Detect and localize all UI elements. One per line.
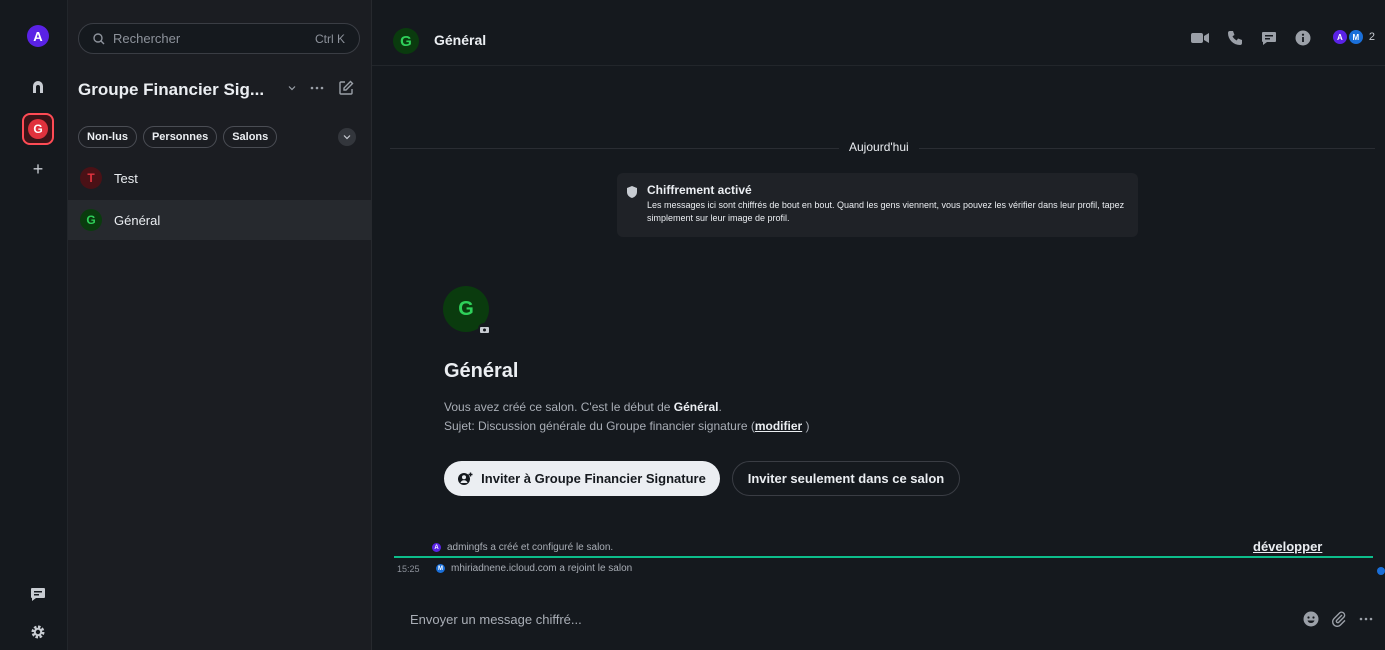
event-text: mhiriadnene.icloud.com a rejoint le salo… <box>451 563 633 574</box>
room-intro-title: Général <box>444 360 519 382</box>
more-options-icon[interactable] <box>1359 617 1373 621</box>
invite-to-room-button[interactable]: Inviter seulement dans ce salon <box>732 461 960 496</box>
header-actions <box>1191 30 1311 46</box>
encryption-notice: Chiffrement activé Les messages ici sont… <box>617 173 1138 237</box>
edit-topic-link[interactable]: modifier <box>755 419 802 433</box>
room-intro-text: Vous avez créé ce salon. C'est le début … <box>444 400 722 414</box>
member-facepile[interactable]: A M 2 <box>1332 30 1375 44</box>
event-timestamp: 15:25 <box>397 564 420 574</box>
room-header: G Général A M 2 <box>372 0 1385 66</box>
event-room-created: A admingfs a créé et configuré le salon. <box>432 542 613 553</box>
room-topic: Sujet: Discussion générale du Groupe fin… <box>444 419 810 433</box>
settings-gear-icon[interactable] <box>27 621 49 643</box>
encryption-title: Chiffrement activé <box>647 183 752 197</box>
room-list-panel: Rechercher Ctrl K Groupe Financier Sig..… <box>68 0 372 650</box>
room-avatar: G <box>80 209 102 231</box>
room-avatar: T <box>80 167 102 189</box>
home-icon[interactable] <box>27 76 49 98</box>
search-icon <box>93 32 105 44</box>
member-count: 2 <box>1368 31 1375 43</box>
camera-icon[interactable] <box>478 323 490 335</box>
room-item-general[interactable]: G Général <box>68 200 372 240</box>
user-avatar[interactable]: A <box>27 25 49 47</box>
search-box[interactable]: Rechercher Ctrl K <box>78 23 360 54</box>
message-composer-input[interactable]: Envoyer un message chiffré... <box>410 612 582 627</box>
room-item-test[interactable]: T Test <box>68 158 372 198</box>
event-avatar: A <box>432 543 441 552</box>
space-title[interactable]: Groupe Financier Sig... <box>78 80 264 100</box>
video-call-icon[interactable] <box>1191 32 1209 44</box>
emoji-icon[interactable] <box>1303 611 1319 627</box>
filter-people[interactable]: Personnes <box>142 126 218 148</box>
event-member-joined: M mhiriadnene.icloud.com a rejoint le sa… <box>436 563 632 574</box>
space-actions <box>288 80 354 96</box>
invite-user-icon <box>458 472 473 485</box>
event-text: admingfs a créé et configuré le salon. <box>447 542 614 553</box>
filter-rooms[interactable]: Salons <box>223 126 278 148</box>
date-separator: Aujourd'hui <box>839 140 919 154</box>
threads-icon[interactable] <box>1261 30 1277 46</box>
space-groupe-financier[interactable]: G <box>22 113 54 145</box>
compose-icon[interactable] <box>338 80 354 96</box>
space-bar: A G + <box>0 0 68 650</box>
composer-actions <box>1303 611 1373 627</box>
shield-icon <box>627 186 637 198</box>
chevron-down-icon[interactable] <box>288 84 296 92</box>
member-avatar: A <box>1332 30 1347 44</box>
room-name: Test <box>114 170 138 186</box>
create-space-button[interactable]: + <box>27 158 49 180</box>
app-window: A G + Rechercher Ctrl K Groupe Financier… <box>0 0 1385 650</box>
attachment-icon[interactable] <box>1331 611 1347 627</box>
room-header-avatar[interactable]: G <box>393 28 419 54</box>
space-avatar: G <box>28 119 48 139</box>
search-placeholder: Rechercher <box>113 31 181 46</box>
search-shortcut: Ctrl K <box>315 31 345 46</box>
threads-icon[interactable] <box>27 583 49 605</box>
room-info-icon[interactable] <box>1295 30 1311 46</box>
expand-events-link[interactable]: développer <box>1253 539 1322 554</box>
filter-unread[interactable]: Non-lus <box>78 126 137 148</box>
room-filters: Non-lus Personnes Salons <box>78 126 278 148</box>
room-view: G Général A M 2 Aujourd'hui Chiffrement … <box>372 0 1385 650</box>
encryption-description: Les messages ici sont chiffrés de bout e… <box>647 200 1125 223</box>
filter-expand-chevron-icon[interactable] <box>338 128 356 146</box>
member-avatar: M <box>1348 30 1363 44</box>
invite-to-space-label: Inviter à Groupe Financier Signature <box>481 471 706 486</box>
read-receipt-avatar[interactable] <box>1377 567 1385 575</box>
more-options-icon[interactable] <box>310 86 324 90</box>
invite-to-space-button[interactable]: Inviter à Groupe Financier Signature <box>444 461 720 496</box>
read-marker-line <box>394 556 1373 558</box>
voice-call-icon[interactable] <box>1227 30 1243 46</box>
event-avatar: M <box>436 564 445 573</box>
room-name: Général <box>114 212 161 228</box>
room-header-title[interactable]: Général <box>434 32 486 48</box>
